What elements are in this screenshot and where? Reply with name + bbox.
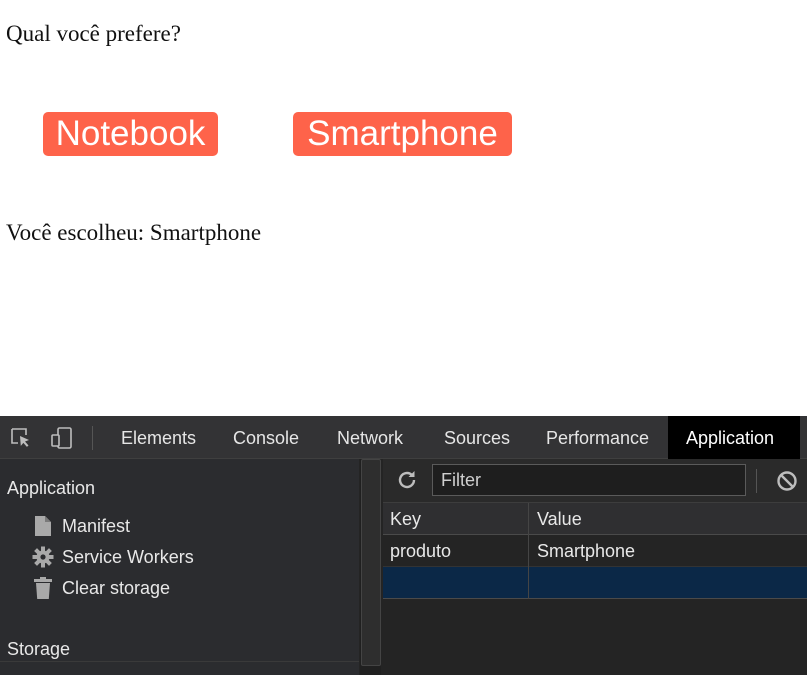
sidebar-heading-storage[interactable]: Storage — [7, 639, 70, 660]
smartphone-button[interactable]: Smartphone — [293, 112, 512, 156]
filter-input[interactable] — [432, 464, 746, 496]
trash-icon — [32, 577, 54, 599]
sidebar-item-label: Service Workers — [62, 546, 194, 567]
clear-all-icon[interactable] — [775, 469, 799, 493]
devtools-toolbar: Elements Console Network Sources Perform… — [0, 416, 807, 459]
storage-table: Key Value produto Smartphone — [383, 503, 807, 599]
inspect-element-icon[interactable] — [9, 426, 33, 450]
table-header: Key Value — [383, 503, 807, 535]
application-sidebar: Application Manifest Service Workers Cle… — [0, 459, 359, 675]
question-text: Qual você prefere? — [6, 21, 181, 46]
sidebar-item-service-workers[interactable]: Service Workers — [32, 544, 194, 570]
notebook-button[interactable]: Notebook — [43, 112, 218, 156]
column-header-value[interactable]: Value — [530, 503, 807, 535]
storage-toolbar — [383, 459, 807, 503]
gear-icon — [32, 546, 54, 568]
tab-network[interactable]: Network — [319, 416, 421, 459]
table-row-selected[interactable] — [383, 567, 807, 599]
storage-view: Key Value produto Smartphone — [383, 459, 807, 675]
tab-console[interactable]: Console — [215, 416, 317, 459]
tab-sources[interactable]: Sources — [426, 416, 528, 459]
document-icon — [32, 515, 54, 537]
cell-value[interactable] — [530, 567, 807, 599]
sidebar-item-label: Manifest — [62, 515, 131, 536]
scrollbar-thumb[interactable] — [361, 459, 381, 666]
sidebar-item-manifest[interactable]: Manifest — [32, 513, 130, 539]
table-row[interactable]: produto Smartphone — [383, 535, 807, 567]
column-header-key[interactable]: Key — [383, 503, 529, 535]
tab-application[interactable]: Application — [668, 416, 800, 459]
toolbar-separator — [92, 426, 93, 450]
devtools-panel: Elements Console Network Sources Perform… — [0, 416, 807, 675]
sidebar-item-label: Clear storage — [62, 577, 171, 598]
tab-performance[interactable]: Performance — [528, 416, 667, 459]
device-toolbar-icon[interactable] — [50, 426, 74, 450]
refresh-icon[interactable] — [395, 468, 419, 492]
sidebar-divider — [0, 661, 359, 662]
cell-key[interactable] — [383, 567, 529, 599]
sidebar-item-clear-storage[interactable]: Clear storage — [32, 575, 170, 601]
sidebar-scrollbar[interactable] — [360, 459, 381, 675]
result-text: Você escolheu: Smartphone — [6, 220, 262, 245]
web-page: Qual você prefere? Notebook Smartphone V… — [0, 0, 807, 416]
tab-elements[interactable]: Elements — [103, 416, 214, 459]
cell-key[interactable]: produto — [383, 535, 529, 567]
toolbar-separator — [756, 469, 757, 493]
cell-value[interactable]: Smartphone — [530, 535, 807, 567]
sidebar-heading-application[interactable]: Application — [7, 478, 95, 499]
